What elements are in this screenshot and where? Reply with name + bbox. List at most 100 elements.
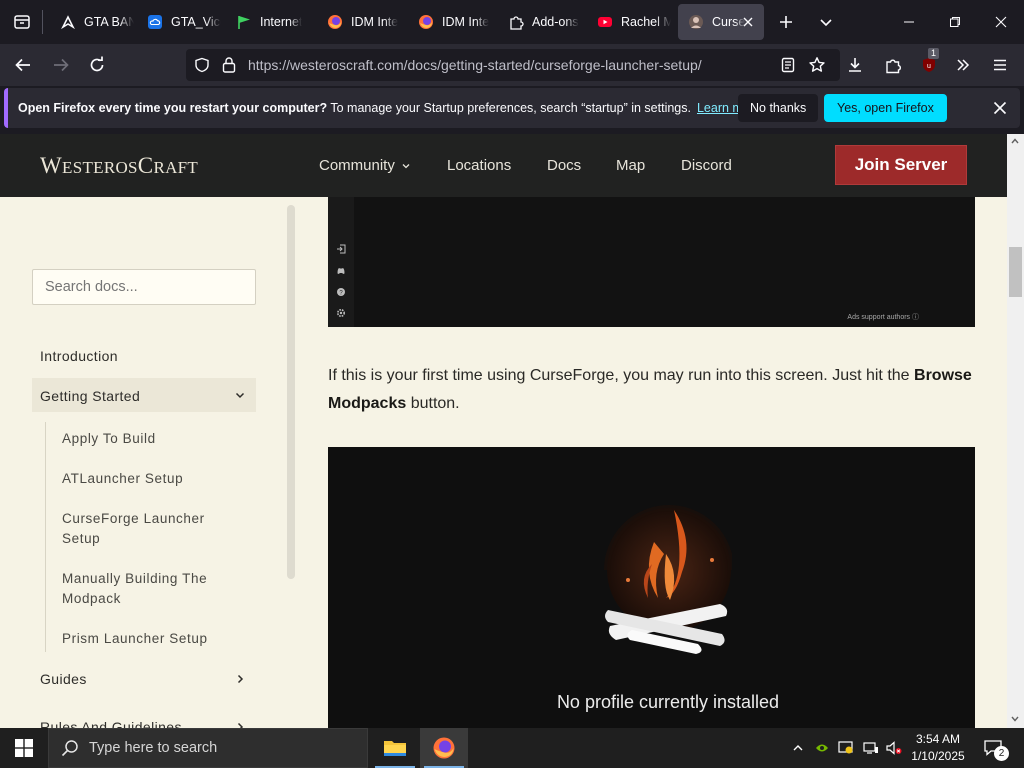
windows-logo-icon <box>15 739 33 757</box>
yes-open-firefox-button[interactable]: Yes, open Firefox <box>824 94 947 122</box>
back-button[interactable] <box>8 50 38 80</box>
sidebar-item-introduction[interactable]: Introduction <box>40 348 118 364</box>
extensions-button[interactable] <box>878 50 908 80</box>
sidebar-item-rules[interactable]: Rules And Guidelines <box>40 719 182 728</box>
page-scrollbar[interactable] <box>1007 134 1024 728</box>
tab-manager-button[interactable] <box>8 8 36 36</box>
tab-gta-ban[interactable]: GTA BAN <box>50 4 134 40</box>
reload-button[interactable] <box>82 50 112 80</box>
tab-internet[interactable]: Internet <box>226 4 310 40</box>
close-notification-icon[interactable] <box>990 98 1010 118</box>
search-icon <box>61 740 78 757</box>
curseforge-icon <box>688 14 704 30</box>
network-tray-icon[interactable] <box>860 728 882 768</box>
campfire-icon <box>604 505 732 654</box>
search-docs-input[interactable] <box>32 269 256 305</box>
cloud-icon <box>147 14 163 30</box>
nav-discord[interactable]: Discord <box>681 157 732 174</box>
system-clock[interactable]: 3:54 AM 1/10/2025 <box>904 731 972 765</box>
nvidia-tray-icon[interactable] <box>812 728 832 768</box>
chevron-up-icon <box>793 745 803 751</box>
url-path: /docs/getting-started/curseforge-launche… <box>403 57 702 73</box>
notification-center-button[interactable]: 2 <box>978 728 1009 768</box>
chevron-right-icon[interactable] <box>234 673 246 685</box>
tab-label: Rachel M <box>621 15 671 29</box>
tab-strip: GTA BAN GTA_Vice Internet IDM Inte IDM I… <box>0 0 1024 44</box>
curseforge-screenshot-1: ? Ads support authors ⓘ <box>328 197 975 327</box>
tab-idm-2[interactable]: IDM Inte <box>408 4 492 40</box>
close-tab-icon[interactable] <box>740 14 756 30</box>
close-window-button[interactable] <box>978 0 1024 44</box>
download-icon <box>849 58 861 72</box>
firefox-icon <box>433 737 455 759</box>
ublock-origin-button[interactable]: u 1 <box>914 48 944 80</box>
logo-letter-w: W <box>40 153 63 178</box>
volume-muted-icon[interactable] <box>884 728 904 768</box>
sidebar-subitem-manually-building[interactable]: Manually Building The Modpack <box>62 569 242 609</box>
tab-gta-vice[interactable]: GTA_Vice <box>137 4 221 40</box>
sidebar-subitem-apply-to-build[interactable]: Apply To Build <box>62 429 242 449</box>
join-server-button[interactable]: Join Server <box>835 145 967 185</box>
minimize-button[interactable] <box>886 0 932 44</box>
more-tools-button[interactable] <box>948 50 978 80</box>
shield-icon[interactable] <box>194 57 210 78</box>
bookmark-star-icon[interactable] <box>808 56 826 79</box>
startup-notification-bar: Open Firefox every time you restart your… <box>4 88 1020 128</box>
url-bar[interactable]: https://westeroscraft.com/docs/getting-s… <box>186 49 840 81</box>
sidebar-subitem-prism-launcher[interactable]: Prism Launcher Setup <box>62 629 242 649</box>
reader-view-icon[interactable] <box>780 57 796 78</box>
sidebar-scrollbar[interactable] <box>287 205 295 579</box>
para-text-post: button. <box>406 395 460 412</box>
nav-map[interactable]: Map <box>616 157 645 174</box>
nav-docs[interactable]: Docs <box>547 157 581 174</box>
logo-esteros: ESTEROS <box>62 158 138 177</box>
tab-curseforge-active[interactable]: Curse <box>678 4 764 40</box>
notification-body: To manage your Startup preferences, sear… <box>330 101 691 115</box>
instruction-paragraph: If this is your first time using CurseFo… <box>328 362 975 418</box>
no-thanks-button[interactable]: No thanks <box>738 94 819 122</box>
start-button[interactable] <box>0 728 48 768</box>
list-all-tabs-button[interactable] <box>812 8 840 36</box>
scrollbar-thumb[interactable] <box>1009 247 1022 297</box>
scroll-down-arrow-icon[interactable] <box>1010 714 1020 724</box>
chevron-right-icon[interactable] <box>234 721 246 728</box>
double-chevron-right-icon <box>957 59 970 71</box>
url-text[interactable]: https://westeroscraft.com/docs/getting-s… <box>248 57 702 73</box>
sidebar-item-guides[interactable]: Guides <box>40 671 87 687</box>
security-tray-icon[interactable] <box>836 728 856 768</box>
sidebar-subitem-atlauncher-setup[interactable]: ATLauncher Setup <box>62 469 242 489</box>
new-tab-button[interactable] <box>772 8 800 36</box>
nav-locations[interactable]: Locations <box>447 157 511 174</box>
tab-youtube[interactable]: Rachel M <box>587 4 671 40</box>
app-menu-button[interactable] <box>985 50 1015 80</box>
curseforge-sidebar-strip: ? <box>328 197 354 327</box>
taskbar-search-placeholder: Type here to search <box>89 740 218 756</box>
firefox-icon <box>327 14 343 30</box>
docs-page: Introduction Getting Started Apply To Bu… <box>0 197 1007 728</box>
clock-date: 1/10/2025 <box>911 749 965 763</box>
sidebar-subitem-curseforge-setup[interactable]: CurseForge Launcher Setup <box>62 509 242 549</box>
tab-idm-1[interactable]: IDM Inte <box>317 4 401 40</box>
sidebar-item-getting-started[interactable]: Getting Started <box>32 378 256 412</box>
taskbar-search-box[interactable]: Type here to search <box>48 728 368 768</box>
ads-support-note: Ads support authors ⓘ <box>847 314 919 321</box>
show-hidden-icons-button[interactable] <box>788 728 808 768</box>
downloads-button[interactable] <box>840 50 870 80</box>
clock-time: 3:54 AM <box>915 732 961 746</box>
puzzle-icon <box>508 14 524 30</box>
tab-label: Internet <box>260 15 303 29</box>
notification-count-badge: 2 <box>994 746 1009 761</box>
scroll-up-arrow-icon[interactable] <box>1010 136 1020 146</box>
lock-icon[interactable] <box>221 56 237 79</box>
firefox-taskbar-button[interactable] <box>420 728 468 768</box>
gear-icon <box>336 308 346 318</box>
forward-button[interactable] <box>46 50 76 80</box>
tab-add-ons[interactable]: Add-ons <box>498 4 582 40</box>
file-explorer-button[interactable] <box>371 728 419 768</box>
restore-button[interactable] <box>932 0 978 44</box>
tab-divider <box>42 10 43 34</box>
chevron-down-icon <box>235 392 245 399</box>
westeroscraft-logo[interactable]: WESTEROSCRAFT <box>40 153 198 179</box>
docs-sidebar: Introduction Getting Started Apply To Bu… <box>0 197 300 728</box>
nav-community[interactable]: Community <box>319 157 411 174</box>
